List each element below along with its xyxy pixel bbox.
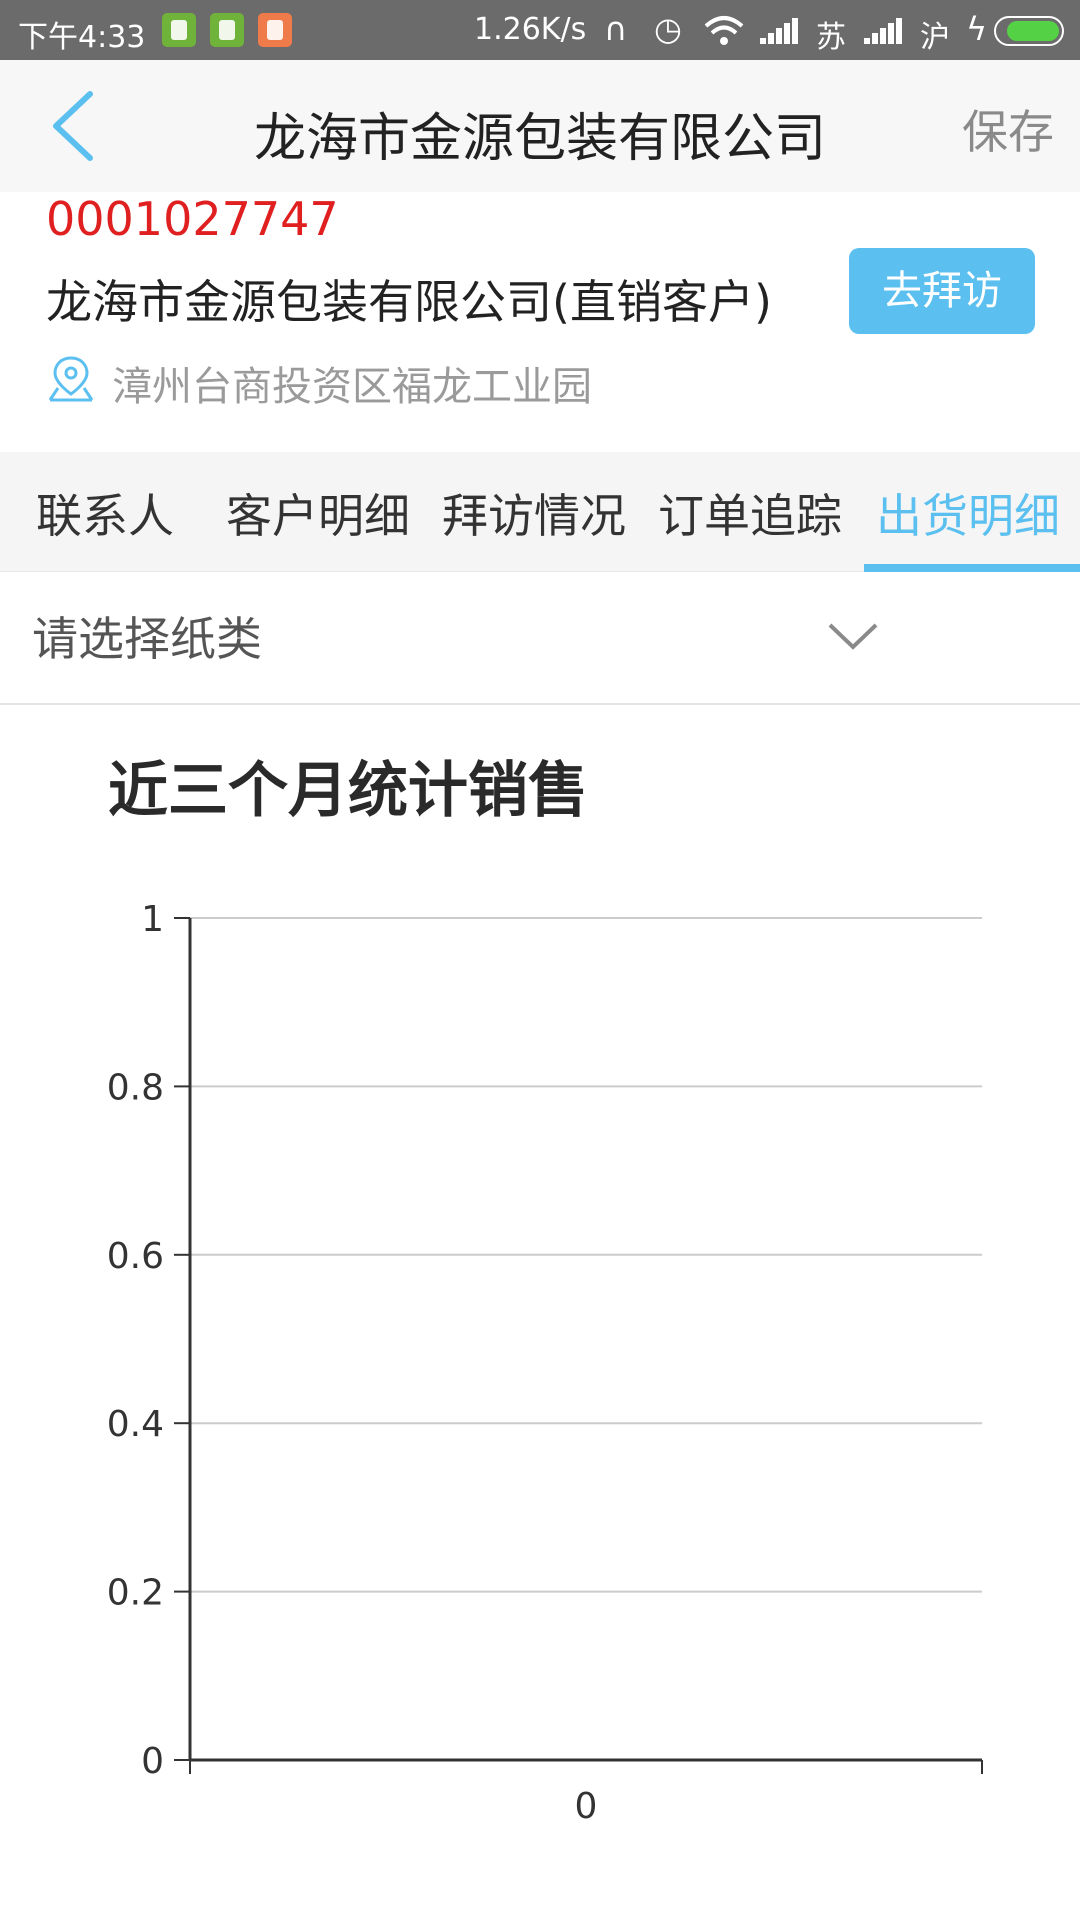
tab-visit-status[interactable]: 拜访情况 [442, 480, 626, 546]
wifi-icon [704, 16, 744, 45]
chevron-down-icon [828, 623, 878, 650]
paper-type-placeholder: 请选择纸类 [32, 612, 262, 666]
status-bar: 下午4:33 1.26K/s ∩ ◷ 苏 沪 ϟ [0, 0, 1080, 60]
signal-icon [864, 18, 904, 44]
signal-icon [760, 18, 800, 44]
app-mi-icon [258, 13, 292, 47]
carrier-label: 苏 [816, 20, 846, 55]
chart-y-tick-label: 1 [141, 899, 164, 940]
carrier-label: 沪 [920, 20, 950, 55]
charging-icon: ϟ [966, 10, 988, 48]
chart-y-tick-label: 0.6 [107, 1236, 164, 1277]
headphone-icon: ∩ [604, 10, 628, 48]
sales-chart: 0 0.2 0.4 0.6 0.8 1 0 [107, 899, 983, 1827]
battery-icon [994, 16, 1064, 46]
tab-shipment-detail[interactable]: 出货明细 [876, 480, 1060, 546]
chart-title: 近三个月统计销售 [108, 756, 588, 826]
app-battery-icon [210, 13, 244, 47]
chart-y-tick-label: 0.8 [107, 1067, 164, 1108]
chart-y-tick-label: 0 [141, 1741, 164, 1782]
visit-button[interactable]: 去拜访 [849, 248, 1035, 334]
tab-contacts[interactable]: 联系人 [36, 480, 174, 546]
chart-y-tick-label: 0.2 [107, 1573, 164, 1614]
status-time: 下午4:33 [18, 20, 146, 55]
location-pin-icon [48, 356, 94, 402]
chevron-left-icon [53, 91, 93, 161]
customer-address: 漳州台商投资区福龙工业园 [112, 364, 592, 410]
app-shield-icon [162, 13, 196, 47]
save-button[interactable]: 保存 [962, 96, 1054, 162]
chart-x-tick-label: 0 [575, 1786, 598, 1827]
back-button[interactable] [44, 88, 108, 164]
tab-bar: 联系人 客户明细 拜访情况 订单追踪 出货明细 [0, 452, 1080, 572]
tab-customer-detail[interactable]: 客户明细 [226, 480, 410, 546]
network-speed: 1.26K/s [474, 12, 587, 47]
alarm-icon: ◷ [654, 10, 682, 48]
page-title: 龙海市金源包装有限公司 [253, 109, 826, 169]
tab-indicator [864, 564, 1080, 572]
tab-order-tracking[interactable]: 订单追踪 [658, 480, 842, 546]
app-header: 龙海市金源包装有限公司 保存 [0, 60, 1080, 192]
chart-y-tick-label: 0.4 [107, 1404, 164, 1445]
paper-type-select[interactable]: 请选择纸类 [0, 573, 1080, 705]
customer-name: 龙海市金源包装有限公司(直销客户) [46, 275, 772, 329]
customer-code: 0001027747 [46, 192, 339, 246]
